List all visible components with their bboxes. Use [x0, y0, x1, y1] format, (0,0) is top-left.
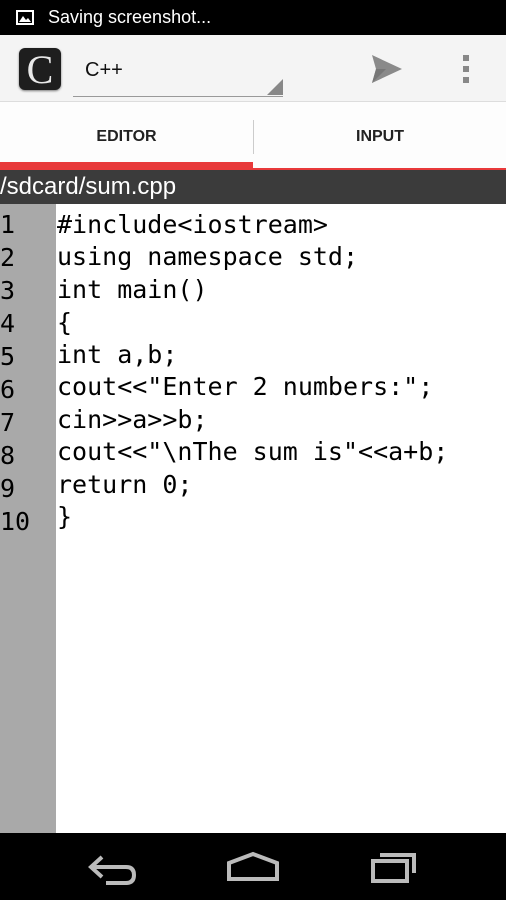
home-icon — [227, 851, 279, 881]
language-selected-label: C++ — [85, 59, 123, 81]
send-button[interactable] — [368, 53, 404, 85]
overflow-dot-icon — [463, 55, 469, 61]
app-logo-letter: C — [26, 47, 54, 92]
tab-bar: EDITOR INPUT — [0, 102, 506, 170]
code-line: int main() — [57, 275, 208, 304]
action-bar: C C++ — [0, 35, 506, 102]
tab-selected-indicator — [0, 162, 253, 170]
picture-icon — [16, 10, 34, 25]
code-line: #include<iostream> — [57, 210, 328, 239]
back-icon — [88, 855, 137, 885]
recents-button[interactable] — [370, 845, 420, 889]
overflow-dot-icon — [463, 77, 469, 83]
line-number: 7 — [0, 408, 16, 437]
line-number: 5 — [0, 342, 16, 371]
overflow-dot-icon — [463, 66, 469, 72]
line-number: 6 — [0, 375, 16, 404]
line-number: 9 — [0, 474, 16, 503]
language-dropdown[interactable]: C++ — [73, 48, 283, 97]
back-button[interactable] — [86, 845, 138, 889]
code-line: int a,b; — [57, 340, 178, 369]
navigation-bar — [0, 833, 506, 900]
code-line: { — [57, 308, 73, 337]
tab-editor-label: EDITOR — [96, 128, 157, 145]
line-number: 2 — [0, 243, 16, 272]
code-line: cout<<"Enter 2 numbers:"; — [57, 372, 434, 401]
file-path-bar: /sdcard/sum.cpp — [0, 170, 506, 204]
code-text-area[interactable]: #include<iostream> using namespace std; … — [56, 204, 506, 833]
line-number-gutter: 1 2 3 4 5 6 7 8 9 10 — [0, 204, 56, 833]
status-notification-text: Saving screenshot... — [48, 7, 212, 27]
code-editor: 1 2 3 4 5 6 7 8 9 10 #include<iostream> … — [0, 204, 506, 833]
tab-input[interactable]: INPUT — [254, 102, 506, 170]
line-number: 3 — [0, 276, 16, 305]
code-line: } — [57, 502, 73, 531]
line-number: 1 — [0, 210, 16, 239]
line-number: 8 — [0, 441, 16, 470]
tab-editor[interactable]: EDITOR — [0, 102, 253, 170]
dropdown-caret-icon — [267, 79, 283, 95]
code-line: cout<<"\nThe sum is"<<a+b; — [57, 437, 449, 466]
status-bar: Saving screenshot... — [0, 0, 506, 35]
line-number: 4 — [0, 309, 16, 338]
app-logo-icon[interactable]: C — [19, 47, 61, 92]
tab-input-label: INPUT — [356, 128, 404, 145]
code-line: cin>>a>>b; — [57, 405, 208, 434]
overflow-menu-button[interactable] — [452, 53, 480, 85]
code-line: using namespace std; — [57, 242, 359, 271]
recents-icon — [371, 853, 416, 883]
send-icon — [372, 55, 402, 83]
code-line: return 0; — [57, 470, 193, 499]
file-path: /sdcard/sum.cpp — [0, 173, 177, 200]
line-number: 10 — [0, 507, 31, 536]
home-button[interactable] — [226, 845, 280, 889]
